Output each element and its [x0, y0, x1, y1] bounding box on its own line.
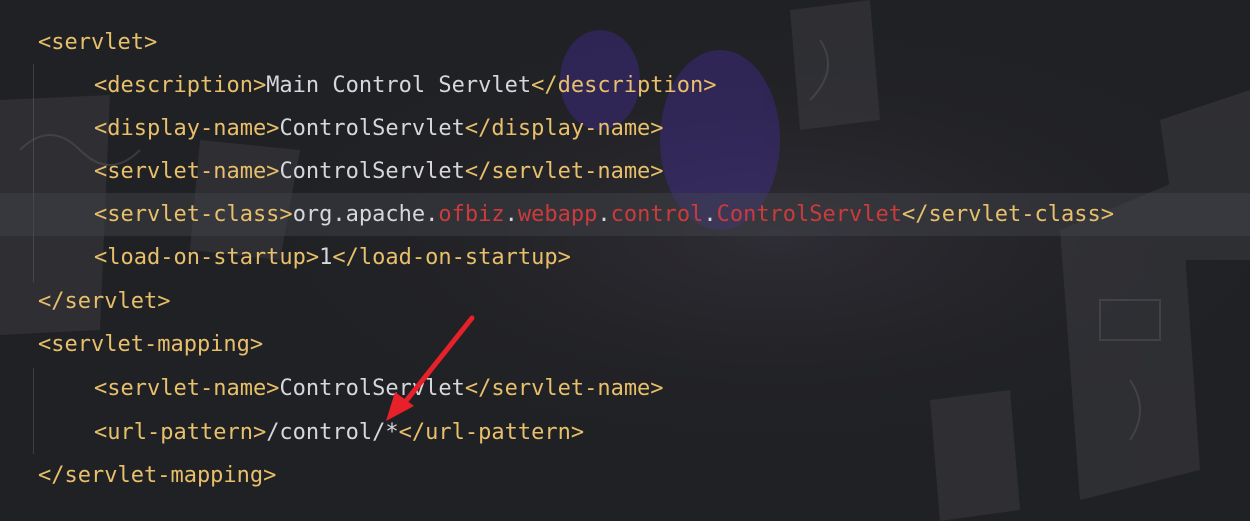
package-segment-highlighted: ofbiz: [438, 202, 505, 227]
code-text: <servlet>: [38, 21, 157, 64]
xml-tag: </servlet-name>: [464, 376, 664, 401]
xml-tag: <servlet-mapping>: [38, 332, 264, 357]
xml-tag: </load-on-startup>: [332, 245, 571, 270]
code-token: /control/*: [266, 420, 399, 445]
code-token: 1: [319, 245, 333, 270]
xml-tag: <servlet-class>: [94, 202, 293, 227]
code-line[interactable]: <description>Main Control Servlet</descr…: [0, 64, 1250, 107]
code-text: <description>Main Control Servlet</descr…: [94, 64, 717, 107]
code-token: .: [703, 202, 717, 227]
code-line[interactable]: <servlet-name>ControlServlet</servlet-na…: [0, 367, 1250, 410]
xml-tag: </display-name>: [464, 116, 664, 141]
package-segment-highlighted: webapp: [517, 202, 598, 227]
code-line[interactable]: <servlet-mapping>: [0, 323, 1250, 366]
code-line[interactable]: <load-on-startup>1</load-on-startup>: [0, 236, 1250, 279]
code-text: </servlet-mapping>: [38, 454, 276, 497]
code-token: Main Control Servlet: [266, 73, 532, 98]
code-line[interactable]: <servlet-name>ControlServlet</servlet-na…: [0, 150, 1250, 193]
package-segment-highlighted: control: [610, 202, 704, 227]
xml-tag: <servlet-name>: [94, 376, 280, 401]
xml-tag: <servlet>: [38, 30, 158, 55]
code-text: <servlet-name>ControlServlet</servlet-na…: [94, 367, 664, 410]
code-token: ControlServlet: [279, 376, 465, 401]
code-line[interactable]: <url-pattern>/control/*</url-pattern>: [0, 411, 1250, 454]
xml-tag: </url-pattern>: [398, 420, 585, 445]
code-text: <url-pattern>/control/*</url-pattern>: [94, 411, 584, 454]
xml-tag: <url-pattern>: [94, 420, 267, 445]
code-line[interactable]: </servlet-mapping>: [0, 454, 1250, 497]
code-text: <servlet-name>ControlServlet</servlet-na…: [94, 150, 664, 193]
xml-tag: </servlet-mapping>: [38, 463, 277, 488]
code-text: <display-name>ControlServlet</display-na…: [94, 107, 664, 150]
code-text: <load-on-startup>1</load-on-startup>: [94, 236, 571, 279]
code-line-current[interactable]: <servlet-class>org.apache.ofbiz.webapp.c…: [0, 193, 1250, 236]
code-token: .: [504, 202, 518, 227]
xml-tag: <servlet-name>: [94, 159, 280, 184]
code-editor[interactable]: <servlet> <description>Main Control Serv…: [0, 0, 1250, 521]
xml-tag: <load-on-startup>: [94, 245, 320, 270]
package-segment-highlighted: ControlServlet: [716, 202, 903, 227]
xml-tag: </servlet-name>: [464, 159, 664, 184]
code-line[interactable]: <display-name>ControlServlet</display-na…: [0, 107, 1250, 150]
code-text: </servlet>: [38, 280, 170, 323]
xml-tag: </description>: [531, 73, 717, 98]
code-token: ControlServlet: [279, 159, 465, 184]
xml-tag: </servlet>: [38, 289, 171, 314]
xml-tag: </servlet-class>: [902, 202, 1114, 227]
xml-tag: <display-name>: [94, 116, 280, 141]
code-token: .: [597, 202, 611, 227]
code-text: <servlet-mapping>: [38, 323, 263, 366]
code-line[interactable]: <servlet>: [0, 21, 1250, 64]
code-token: org.apache.: [292, 202, 439, 227]
xml-tag: <description>: [94, 73, 267, 98]
code-token: ControlServlet: [279, 116, 465, 141]
code-line[interactable]: </servlet>: [0, 280, 1250, 323]
code-text: <servlet-class>org.apache.ofbiz.webapp.c…: [94, 193, 1114, 236]
